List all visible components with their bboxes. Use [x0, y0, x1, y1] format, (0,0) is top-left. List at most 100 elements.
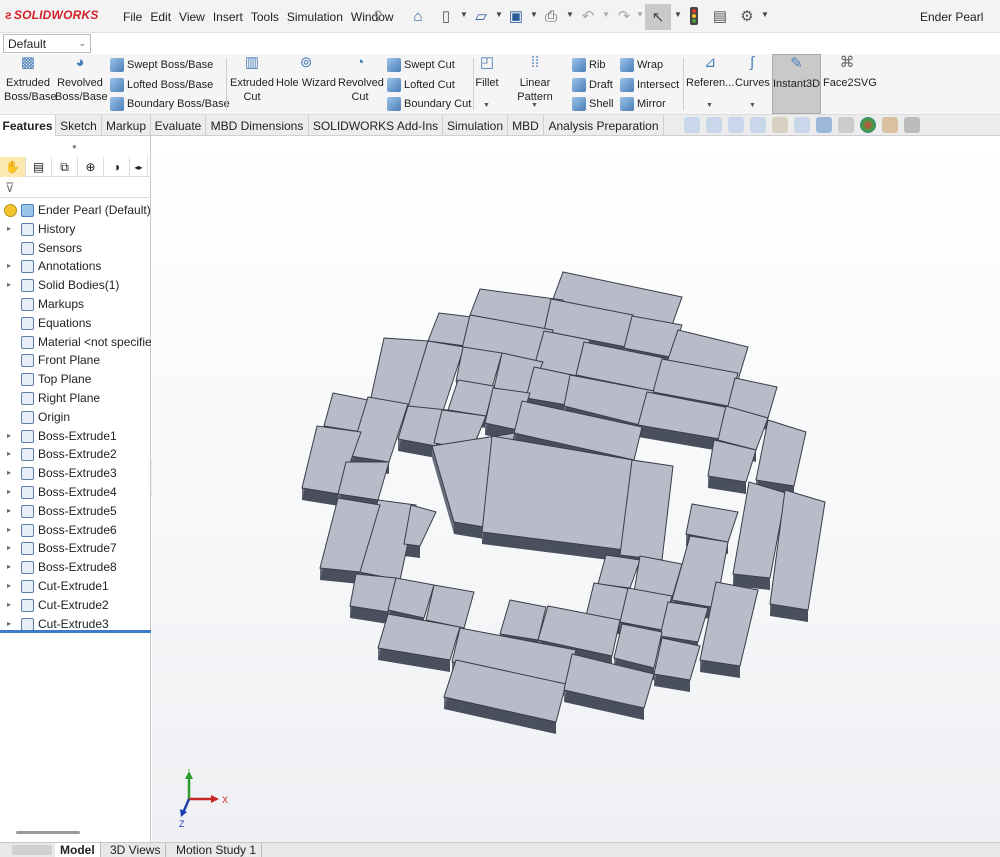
expand-arrow-icon[interactable]: ▸ [7, 257, 11, 275]
ender-pearl-model[interactable] [152, 136, 1000, 842]
feature-manager-tab-icon[interactable]: ✋ [0, 157, 26, 177]
print-icon[interactable]: ⎙ [541, 6, 561, 26]
open-dropdown-icon[interactable]: ▼ [495, 10, 503, 19]
expand-arrow-icon[interactable]: ▸ [7, 445, 11, 463]
tab-scroll-arrows-icon[interactable] [12, 845, 52, 855]
view-orientation-icon[interactable] [794, 117, 810, 133]
tree-item[interactable]: ▸ Boss-Extrude8 [0, 558, 151, 577]
wrap-button[interactable]: Wrap [620, 58, 663, 72]
boundary-cut-button[interactable]: Boundary Cut [387, 97, 471, 111]
tree-item[interactable]: ▸ Boss-Extrude4 [0, 483, 151, 502]
tree-item[interactable]: ▸ Boss-Extrude1 [0, 427, 151, 446]
rib-button[interactable]: Rib [572, 58, 606, 72]
tab-motion-study-1[interactable]: Motion Study 1 [171, 843, 263, 857]
options-gear-icon[interactable]: ⚙ [737, 6, 757, 26]
tree-item[interactable]: Markups [0, 295, 151, 314]
save-dropdown-icon[interactable]: ▼ [530, 10, 538, 19]
block-top-face[interactable] [597, 554, 641, 589]
tree-item[interactable]: Sensors [0, 239, 151, 258]
linear-pattern-button[interactable]: ⁞⁞ Linear Pattern [502, 55, 568, 104]
undo-icon[interactable]: ↶ [578, 6, 598, 26]
tree-item[interactable]: ▸ Boss-Extrude3 [0, 464, 151, 483]
tree-item[interactable]: Top Plane [0, 370, 151, 389]
panel-grip-icon[interactable]: ● [72, 142, 77, 151]
pattern-dropdown-icon[interactable]: ▼ [531, 102, 538, 109]
block-top-face[interactable] [425, 584, 475, 629]
block-top-face[interactable] [659, 601, 709, 643]
expand-arrow-icon[interactable]: ▸ [7, 558, 11, 576]
extruded-cut-button[interactable]: ▥ Extruded Cut [230, 55, 274, 104]
pin-icon[interactable]: ⚲ [368, 6, 388, 26]
open-folder-icon[interactable]: ▱ [471, 6, 491, 26]
tree-item[interactable]: ▸ Solid Bodies(1) [0, 276, 151, 295]
panel-tabs-scroll-icon[interactable]: ◂▸ [130, 157, 148, 177]
instant3d-button[interactable]: ✎ Instant3D [772, 54, 821, 114]
tree-item[interactable]: ▸ Boss-Extrude6 [0, 521, 151, 540]
graphics-viewport[interactable]: Y X Z [152, 136, 1000, 842]
reference-dropdown-icon[interactable]: ▼ [706, 102, 713, 109]
tree-root[interactable]: Ender Pearl (Default) < [0, 201, 151, 220]
tree-item[interactable]: ▸ Boss-Extrude2 [0, 445, 151, 464]
extruded-boss-button[interactable]: ▩ Extruded Boss/Base [4, 55, 57, 104]
block-top-face[interactable] [447, 379, 495, 417]
expand-arrow-icon[interactable]: ▸ [7, 220, 11, 238]
panel-horizontal-scrollbar[interactable] [16, 831, 80, 834]
tree-item[interactable]: ▸ History [0, 220, 151, 239]
tab-evaluate[interactable]: Evaluate [151, 115, 206, 136]
display-style-icon[interactable] [816, 117, 832, 133]
menu-insert[interactable]: Insert [213, 10, 243, 24]
fillet-button[interactable]: ◰ Fillet [474, 55, 500, 90]
tree-item[interactable]: ▸ Boss-Extrude7 [0, 539, 151, 558]
tree-filter[interactable]: ⊽ [0, 178, 151, 198]
select-cursor-icon[interactable]: ↖ [645, 4, 671, 30]
block-top-face[interactable] [499, 599, 547, 641]
edit-appearance-icon[interactable] [860, 117, 876, 133]
expand-arrow-icon[interactable]: ▸ [7, 483, 11, 501]
menu-view[interactable]: View [179, 10, 205, 24]
tab-features[interactable]: Features [0, 115, 56, 136]
revolved-boss-button[interactable]: ◕ Revolved Boss/Base [55, 55, 108, 104]
fillet-dropdown-icon[interactable]: ▼ [483, 102, 490, 109]
redo-icon[interactable]: ↷ [614, 6, 634, 26]
file-properties-icon[interactable]: ▤ [710, 6, 730, 26]
menu-simulation[interactable]: Simulation [287, 10, 343, 24]
tab-sketch[interactable]: Sketch [56, 115, 102, 136]
curves-dropdown-icon[interactable]: ▼ [749, 102, 756, 109]
dynamic-annotation-icon[interactable] [772, 117, 788, 133]
solidworks-logo[interactable]: ƨ SOLIDWORKS [5, 8, 99, 22]
view-settings-icon[interactable] [904, 117, 920, 133]
dimxpert-manager-tab-icon[interactable]: ⊕ [78, 157, 104, 177]
tree-item[interactable]: ▸ Annotations [0, 257, 151, 276]
expand-arrow-icon[interactable]: ▸ [7, 427, 11, 445]
draft-button[interactable]: Draft [572, 78, 613, 92]
curves-button[interactable]: ∫ Curves [735, 55, 770, 90]
reference-geometry-button[interactable]: ⊿ Referen... [686, 55, 734, 90]
block-top-face[interactable] [337, 461, 390, 501]
zoom-to-area-icon[interactable] [706, 117, 722, 133]
hole-wizard-button[interactable]: ⊚ Hole Wizard [276, 55, 336, 90]
select-dropdown-icon[interactable]: ▼ [674, 10, 682, 19]
home-icon[interactable]: ⌂ [408, 6, 428, 26]
tab-solidworks-add-ins[interactable]: SOLIDWORKS Add-Ins [309, 115, 443, 136]
undo-dropdown-icon[interactable]: ▼ [602, 10, 610, 19]
mirror-button[interactable]: Mirror [620, 97, 666, 111]
zoom-to-fit-icon[interactable] [684, 117, 700, 133]
revolved-cut-button[interactable]: ◔ Revolved Cut [338, 55, 384, 104]
section-view-icon[interactable] [750, 117, 766, 133]
tree-item[interactable]: Right Plane [0, 389, 151, 408]
block-top-face[interactable] [387, 577, 435, 619]
property-manager-tab-icon[interactable]: ▤ [26, 157, 52, 177]
expand-arrow-icon[interactable]: ▸ [7, 596, 11, 614]
tab-model[interactable]: Model [55, 843, 101, 857]
configuration-select[interactable]: Default ⌄ [3, 34, 91, 53]
tab-mbd[interactable]: MBD [508, 115, 544, 136]
swept-boss-button[interactable]: Swept Boss/Base [110, 58, 213, 72]
tree-item[interactable]: Material <not specified> [0, 333, 151, 352]
swept-cut-button[interactable]: Swept Cut [387, 58, 455, 72]
tab-simulation[interactable]: Simulation [443, 115, 508, 136]
save-icon[interactable]: ▣ [506, 6, 526, 26]
menu-file[interactable]: File [123, 10, 142, 24]
tree-item[interactable]: ▸ Boss-Extrude5 [0, 502, 151, 521]
hide-show-items-icon[interactable] [838, 117, 854, 133]
options-dropdown-icon[interactable]: ▼ [761, 10, 769, 19]
